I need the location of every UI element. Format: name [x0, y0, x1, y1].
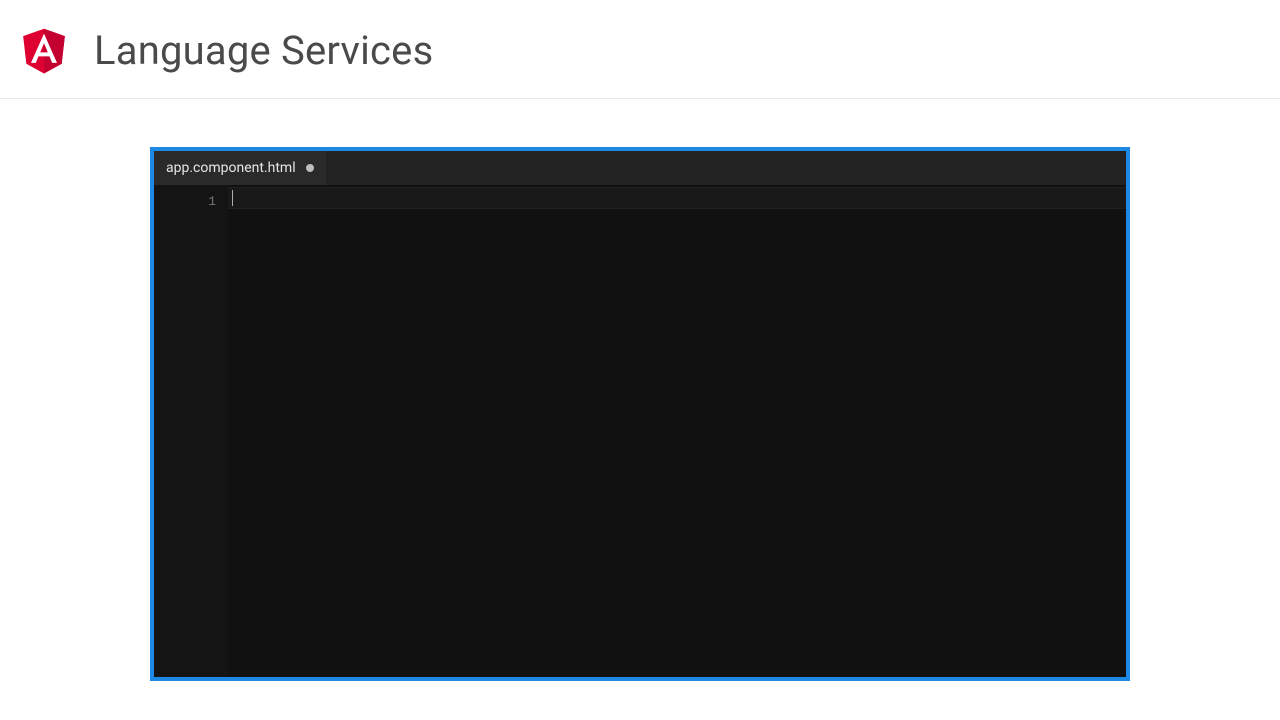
editor-tab[interactable]: app.component.html: [154, 151, 326, 185]
line-number-gutter: 1: [154, 185, 228, 677]
code-text-area[interactable]: [228, 185, 1126, 677]
editor-tab-bar: app.component.html: [154, 151, 1126, 185]
text-cursor: [232, 190, 233, 206]
tab-filename: app.component.html: [166, 160, 296, 176]
page-title: Language Services: [94, 27, 433, 74]
current-line-highlight: [228, 187, 1126, 209]
angular-logo-icon: [16, 20, 72, 80]
code-editor: app.component.html 1: [150, 147, 1130, 681]
line-number: 1: [154, 191, 216, 213]
page-header: Language Services: [0, 0, 1280, 99]
content-area: app.component.html 1: [0, 99, 1280, 681]
editor-body[interactable]: 1: [154, 185, 1126, 677]
unsaved-indicator-icon: [306, 164, 314, 172]
